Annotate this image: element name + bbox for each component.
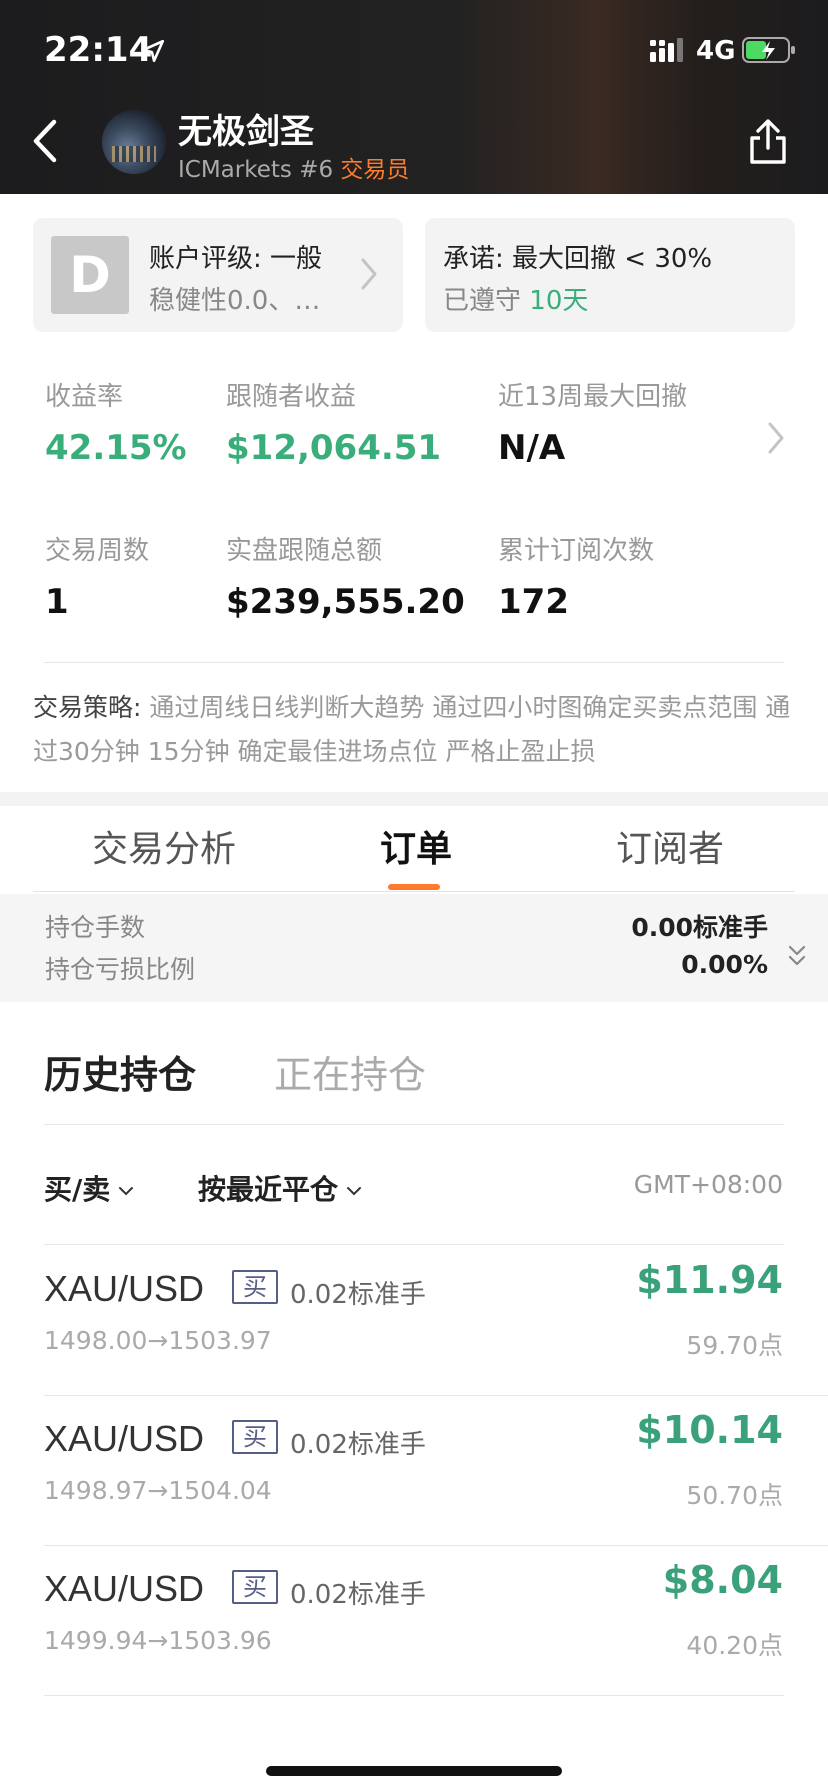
- promise-status: 已遵守 10天: [443, 280, 588, 317]
- promise-title: 承诺: 最大回撤 < 30%: [443, 244, 713, 274]
- position-summary[interactable]: 持仓手数 0.00标准手 持仓亏损比例 0.00%: [0, 894, 828, 1002]
- order-points: 50.70点: [686, 1481, 783, 1510]
- sort-filter-dropdown[interactable]: 按最近平仓: [198, 1168, 362, 1208]
- order-profit: $11.94: [636, 1258, 783, 1302]
- active-tab-indicator: [388, 884, 440, 890]
- order-side-badge: 买: [232, 1570, 278, 1604]
- order-prices: 1499.94→1503.96: [44, 1626, 272, 1655]
- follower-profit-label: 跟随者收益: [226, 382, 357, 412]
- order-prices: 1498.00→1503.97: [44, 1326, 272, 1355]
- position-loss-label: 持仓亏损比例: [45, 955, 196, 984]
- order-symbol: XAU/USD: [44, 1418, 205, 1459]
- chevron-down-icon: [119, 1187, 134, 1196]
- divider: [44, 662, 784, 663]
- subtab-history-positions[interactable]: 历史持仓: [44, 1044, 196, 1099]
- chevron-down-icon: [347, 1187, 362, 1196]
- order-profit: $10.14: [636, 1408, 783, 1452]
- trading-strategy: 交易策略: 通过周线日线判断大趋势 通过四小时图确定买卖点范围 通过30分钟 1…: [33, 686, 793, 774]
- follow-total-label: 实盘跟随总额: [226, 536, 383, 566]
- tab-subscribers[interactable]: 订阅者: [616, 820, 724, 872]
- return-value: 42.15%: [45, 428, 187, 468]
- max-drawdown-value: N/A: [498, 428, 566, 468]
- subtab-open-positions[interactable]: 正在持仓: [274, 1044, 426, 1099]
- account-rating-card[interactable]: D 账户评级: 一般 稳健性0.0、…: [33, 218, 403, 332]
- timezone-label: GMT+08:00: [633, 1170, 783, 1199]
- promise-card: 承诺: 最大回撤 < 30% 已遵守 10天: [425, 218, 795, 332]
- promise-prefix: 已遵守: [443, 286, 522, 316]
- order-side-badge: 买: [232, 1270, 278, 1304]
- location-arrow-icon: [141, 39, 165, 63]
- tab-trading-analysis[interactable]: 交易分析: [92, 820, 236, 872]
- order-row[interactable]: XAU/USD 买 0.02标准手 1499.94→1503.96 $8.04 …: [0, 1546, 828, 1696]
- rating-subtitle: 稳健性0.0、…: [149, 286, 321, 316]
- trading-weeks-value: 1: [45, 582, 69, 622]
- double-chevron-down-icon[interactable]: [786, 944, 808, 968]
- order-symbol: XAU/USD: [44, 1268, 205, 1309]
- chevron-right-icon[interactable]: [766, 420, 786, 456]
- section-gap: [0, 792, 828, 806]
- header: 22:14 4G 无极剑圣 ICMarkets #6 交易员: [0, 0, 828, 194]
- order-points: 59.70点: [686, 1331, 783, 1360]
- divider: [33, 891, 795, 892]
- position-lots-value: 0.00标准手: [631, 913, 768, 942]
- order-lots: 0.02标准手: [290, 1580, 426, 1610]
- position-lots-label: 持仓手数: [45, 913, 146, 942]
- battery-charging-icon: [742, 37, 795, 63]
- broker-name: ICMarkets #6: [178, 157, 334, 183]
- trading-weeks-label: 交易周数: [45, 536, 150, 566]
- tab-orders[interactable]: 订单: [380, 820, 452, 872]
- position-loss-value: 0.00%: [681, 950, 768, 979]
- network-type: 4G: [696, 36, 736, 66]
- side-filter-dropdown[interactable]: 买/卖: [44, 1168, 134, 1208]
- trader-broker-line: ICMarkets #6 交易员: [178, 150, 409, 184]
- trader-role-badge: 交易员: [340, 157, 410, 183]
- rating-grade-badge: D: [51, 236, 129, 314]
- return-label: 收益率: [45, 382, 124, 412]
- strategy-label: 交易策略:: [33, 693, 150, 722]
- order-row[interactable]: XAU/USD 买 0.02标准手 1498.97→1504.04 $10.14…: [0, 1396, 828, 1546]
- trader-avatar[interactable]: [102, 110, 166, 174]
- order-row[interactable]: XAU/USD 买 0.02标准手 1498.00→1503.97 $11.94…: [0, 1246, 828, 1396]
- cellular-signal-icon: [650, 38, 683, 62]
- order-points: 40.20点: [686, 1631, 783, 1660]
- order-lots: 0.02标准手: [290, 1430, 426, 1460]
- order-profit: $8.04: [662, 1558, 783, 1602]
- order-symbol: XAU/USD: [44, 1568, 205, 1609]
- status-time: 22:14: [44, 30, 153, 70]
- max-drawdown-label: 近13周最大回撤: [498, 382, 688, 412]
- back-arrow-icon[interactable]: [26, 116, 66, 166]
- subscriptions-value: 172: [498, 582, 569, 622]
- home-indicator[interactable]: [266, 1766, 562, 1776]
- order-lots: 0.02标准手: [290, 1280, 426, 1310]
- follow-total-value: $239,555.20: [226, 582, 465, 622]
- divider: [44, 1695, 784, 1696]
- order-side-badge: 买: [232, 1420, 278, 1454]
- trader-name: 无极剑圣: [178, 112, 314, 152]
- order-prices: 1498.97→1504.04: [44, 1476, 272, 1505]
- subscriptions-label: 累计订阅次数: [498, 536, 655, 566]
- rating-title: 账户评级: 一般: [149, 244, 323, 274]
- promise-days: 10天: [529, 286, 589, 316]
- divider: [44, 1244, 784, 1245]
- follower-profit-value: $12,064.51: [226, 428, 442, 468]
- status-bar: 22:14 4G: [0, 0, 828, 100]
- sort-filter-label: 按最近平仓: [198, 1173, 339, 1206]
- side-filter-label: 买/卖: [44, 1173, 111, 1206]
- share-icon[interactable]: [746, 118, 790, 166]
- divider: [44, 1124, 784, 1125]
- chevron-right-icon: [361, 258, 377, 290]
